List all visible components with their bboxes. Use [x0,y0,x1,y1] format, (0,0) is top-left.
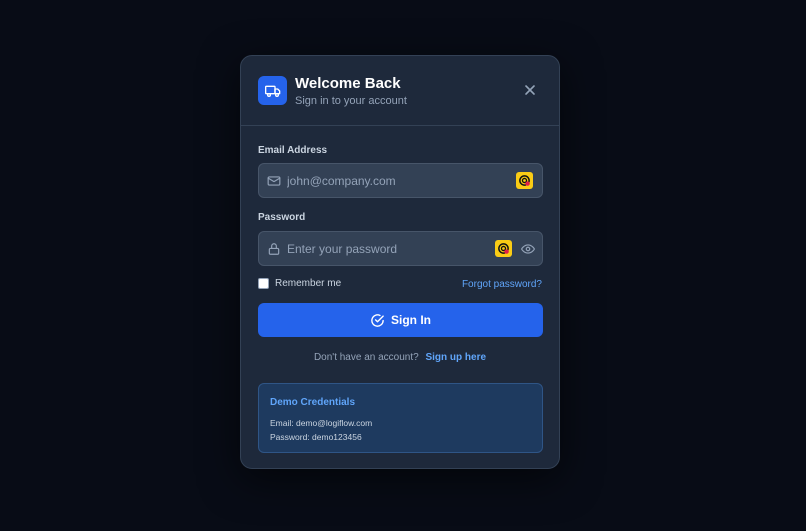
email-input[interactable] [287,164,487,197]
signup-prompt: Don't have an account? [313,352,419,363]
lock-icon [267,242,281,256]
demo-credentials-box: Demo Credentials Email: demo@logiflow.co… [258,383,543,453]
mail-icon [267,174,281,188]
forgot-password-link[interactable]: Forgot password? [462,279,542,290]
eye-icon[interactable] [521,242,535,256]
remember-checkbox[interactable] [258,278,269,289]
remember-label: Remember me [275,278,342,289]
password-label: Password [258,212,306,223]
password-field-wrapper [258,231,543,266]
demo-credentials-title: Demo Credentials [270,397,356,408]
login-modal: Welcome Back Sign in to your account Ema… [240,55,560,469]
sign-in-button[interactable]: Sign In [258,303,543,337]
demo-password: Password: demo123456 [270,432,362,442]
modal-subtitle: Sign in to your account [295,95,407,107]
signup-row: Don't have an account? Sign up here [241,352,559,363]
password-input[interactable] [287,232,487,265]
modal-header: Welcome Back Sign in to your account [241,56,559,126]
remember-me: Remember me [258,278,341,289]
truck-icon [258,76,287,105]
demo-email: Email: demo@logiflow.com [270,418,373,428]
email-label: Email Address [258,145,328,156]
password-manager-icon[interactable] [495,240,512,257]
check-circle-icon [370,313,385,328]
password-manager-icon[interactable] [516,172,533,189]
close-icon[interactable] [521,81,539,99]
signup-link[interactable]: Sign up here [425,352,486,363]
modal-title: Welcome Back [295,75,401,92]
email-field-wrapper [258,163,543,198]
sign-in-label: Sign In [391,313,431,327]
